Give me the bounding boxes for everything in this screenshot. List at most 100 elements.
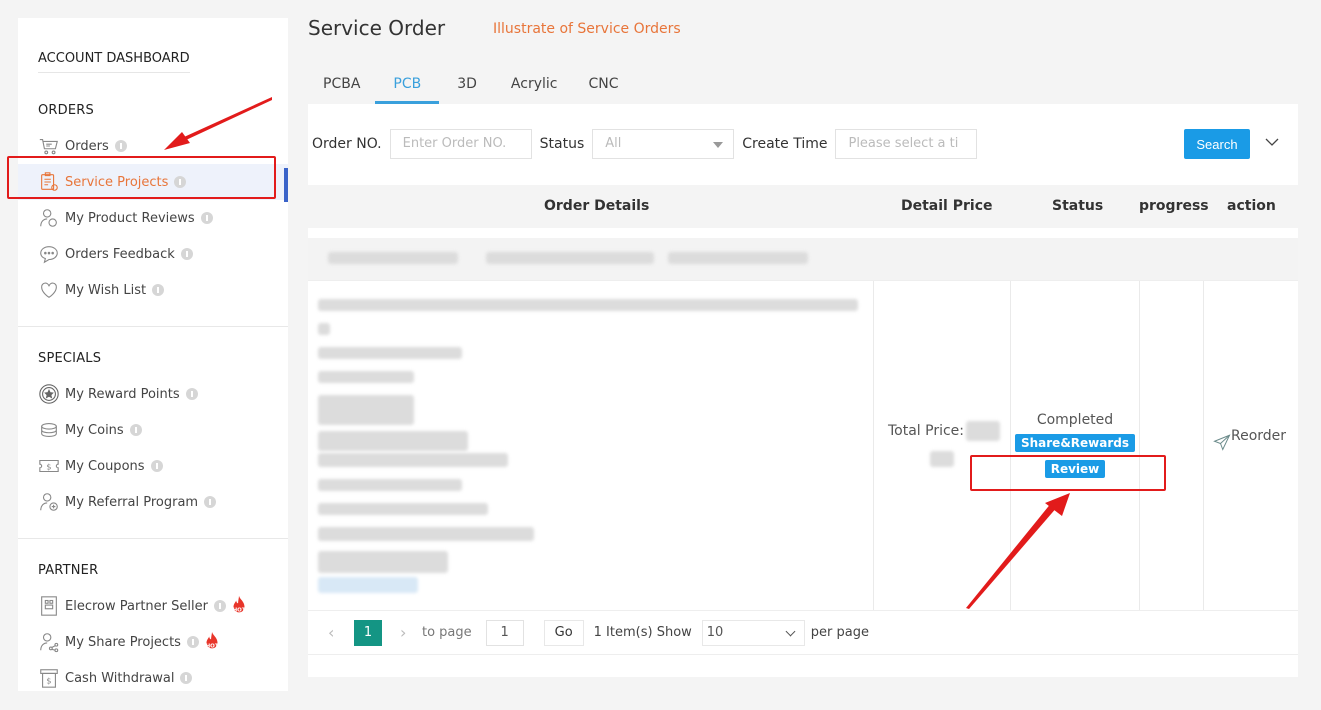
info-icon[interactable] bbox=[114, 140, 127, 152]
svg-text:$: $ bbox=[46, 462, 51, 472]
svg-text:HOT: HOT bbox=[233, 608, 246, 614]
redacted-text bbox=[486, 252, 654, 264]
order-no-input[interactable]: Enter Order NO. bbox=[389, 129, 532, 159]
coupon-icon: $ bbox=[39, 459, 59, 473]
sidebar-item-label: My Reward Points bbox=[65, 386, 180, 402]
highlight-box-service-projects bbox=[7, 156, 276, 199]
info-icon[interactable] bbox=[204, 496, 217, 508]
column-divider bbox=[1203, 281, 1204, 611]
sidebar-item-partner-seller[interactable]: Elecrow Partner Seller HOT bbox=[18, 588, 288, 624]
info-icon[interactable] bbox=[213, 600, 226, 612]
category-tabs: PCBA PCB 3D Acrylic CNC bbox=[308, 66, 634, 104]
status-select[interactable]: All bbox=[592, 129, 735, 159]
sidebar-section-specials: SPECIALS My Reward Points My Coins $ My … bbox=[18, 327, 288, 539]
to-page-label: to page bbox=[422, 625, 472, 640]
sidebar-item-label: Cash Withdrawal bbox=[65, 670, 175, 686]
hot-badge-icon: HOT bbox=[233, 595, 246, 614]
tab-pcb[interactable]: PCB bbox=[375, 66, 440, 104]
svg-text:$: $ bbox=[46, 676, 51, 686]
status-label: Status bbox=[539, 136, 585, 152]
info-icon[interactable] bbox=[186, 636, 199, 648]
tab-acrylic[interactable]: Acrylic bbox=[495, 66, 574, 104]
sidebar-item-label: My Coupons bbox=[65, 458, 145, 474]
redacted-price bbox=[930, 451, 954, 467]
svg-text:HOT: HOT bbox=[206, 644, 219, 650]
coins-icon bbox=[41, 423, 57, 437]
header-detail-price: Detail Price bbox=[901, 198, 993, 214]
search-button[interactable]: Search bbox=[1184, 129, 1250, 159]
sidebar-item-coins[interactable]: My Coins bbox=[18, 412, 288, 448]
sidebar-item-label: Orders Feedback bbox=[65, 246, 175, 262]
table-header: Order Details Detail Price Status progre… bbox=[308, 185, 1298, 228]
sidebar-item-label: My Share Projects bbox=[65, 634, 181, 650]
sidebar-item-label: My Referral Program bbox=[65, 494, 199, 510]
active-indicator bbox=[284, 168, 288, 202]
per-page-label: per page bbox=[810, 625, 869, 640]
cart-icon bbox=[39, 139, 58, 155]
highlight-box-review bbox=[970, 455, 1166, 491]
reorder-label: Reorder bbox=[1231, 428, 1287, 444]
order-group-header bbox=[308, 238, 1298, 280]
star-badge-icon bbox=[39, 384, 59, 404]
info-icon[interactable] bbox=[185, 388, 198, 400]
header-progress: progress bbox=[1139, 198, 1209, 214]
table-row: Total Price: Completed Share&Rewards Rev… bbox=[308, 280, 1298, 611]
per-page-select[interactable]: 10 bbox=[701, 619, 805, 646]
page-button-current[interactable]: 1 bbox=[354, 619, 382, 646]
reorder-button[interactable]: Reorder bbox=[1213, 423, 1287, 451]
info-icon[interactable] bbox=[180, 248, 193, 260]
sidebar-item-label: My Wish List bbox=[65, 282, 147, 298]
info-icon[interactable] bbox=[150, 460, 163, 472]
user-plus-icon bbox=[40, 493, 58, 511]
to-page-input[interactable]: 1 bbox=[485, 619, 524, 646]
header-status: Status bbox=[1052, 198, 1104, 214]
redacted-text bbox=[668, 252, 808, 264]
sidebar-item-orders-feedback[interactable]: Orders Feedback bbox=[18, 236, 288, 272]
sidebar-item-coupons[interactable]: $ My Coupons bbox=[18, 448, 288, 484]
total-price-label: Total Price: bbox=[888, 423, 965, 439]
dashboard-title: ACCOUNT DASHBOARD bbox=[38, 18, 190, 73]
sidebar-item-wish-list[interactable]: My Wish List bbox=[18, 272, 288, 308]
sidebar-section-orders: ORDERS Orders Service Projects My Produc… bbox=[18, 103, 288, 327]
column-divider bbox=[873, 281, 874, 611]
sidebar-item-label: My Coins bbox=[65, 422, 124, 438]
sidebar-item-share-projects[interactable]: My Share Projects HOT bbox=[18, 624, 288, 660]
info-icon[interactable] bbox=[200, 212, 213, 224]
tab-pcba[interactable]: PCBA bbox=[308, 66, 375, 104]
info-icon[interactable] bbox=[180, 672, 193, 684]
illustrate-link[interactable]: Illustrate of Service Orders bbox=[493, 21, 681, 37]
hot-badge-icon: HOT bbox=[206, 631, 219, 650]
header-order-details: Order Details bbox=[544, 198, 650, 214]
status-text: Completed bbox=[1036, 412, 1114, 428]
sidebar-item-label: Orders bbox=[65, 138, 109, 154]
chat-icon bbox=[40, 246, 58, 264]
sidebar-section-partner: PARTNER Elecrow Partner Seller HOT My Sh… bbox=[18, 539, 288, 710]
seller-icon bbox=[41, 596, 57, 616]
share-rewards-button[interactable]: Share&Rewards bbox=[1014, 434, 1136, 452]
column-divider bbox=[1139, 281, 1140, 611]
sidebar-item-reward-points[interactable]: My Reward Points bbox=[18, 376, 288, 412]
info-icon[interactable] bbox=[152, 284, 165, 296]
section-title: ORDERS bbox=[38, 103, 94, 118]
go-button[interactable]: Go bbox=[543, 619, 584, 646]
tab-3d[interactable]: 3D bbox=[439, 66, 495, 104]
create-time-label: Create Time bbox=[742, 136, 828, 152]
pagination: ‹ 1 › to page 1 Go 1 Item(s) Show 10 per… bbox=[308, 610, 1298, 655]
info-icon[interactable] bbox=[129, 424, 142, 436]
create-time-input[interactable]: Please select a ti bbox=[835, 129, 978, 159]
orders-panel: Order NO. Enter Order NO. Status All Cre… bbox=[308, 104, 1298, 677]
order-no-label: Order NO. bbox=[312, 136, 382, 152]
filter-bar: Order NO. Enter Order NO. Status All Cre… bbox=[312, 129, 985, 159]
user-review-icon bbox=[40, 209, 57, 227]
prev-page-icon[interactable]: ‹ bbox=[328, 623, 342, 642]
redacted-text bbox=[328, 252, 458, 264]
cash-icon: $ bbox=[40, 669, 58, 688]
share-user-icon bbox=[40, 633, 59, 653]
chevron-down-icon[interactable] bbox=[1264, 134, 1280, 150]
sidebar-item-referral[interactable]: My Referral Program bbox=[18, 484, 288, 520]
sidebar-item-label: My Product Reviews bbox=[65, 210, 195, 226]
sidebar-item-product-reviews[interactable]: My Product Reviews bbox=[18, 200, 288, 236]
next-page-icon[interactable]: › bbox=[400, 623, 414, 642]
tab-cnc[interactable]: CNC bbox=[573, 66, 633, 104]
section-title: PARTNER bbox=[38, 563, 99, 578]
